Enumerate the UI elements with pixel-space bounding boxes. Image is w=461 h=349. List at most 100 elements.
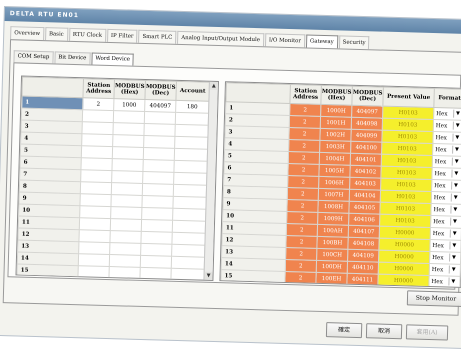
cell-station[interactable]: 2	[289, 103, 321, 117]
cell-account[interactable]: 180	[175, 100, 209, 114]
cell-hex[interactable]: 100BH	[316, 236, 349, 250]
cell-account[interactable]	[173, 172, 207, 186]
cell-dec[interactable]: 404109	[347, 249, 379, 263]
sub-tab[interactable]: COM Setup	[13, 50, 54, 64]
cell-dec[interactable]	[140, 243, 172, 257]
cell-dec[interactable]: 404111	[346, 273, 379, 287]
cell-dec[interactable]: 404098	[351, 117, 383, 131]
main-tab[interactable]: Overview	[10, 26, 45, 41]
cell-hex[interactable]: 100CH	[316, 248, 348, 262]
cell-account[interactable]	[173, 184, 207, 198]
format-select[interactable]: Hex ▼	[430, 215, 461, 229]
sub-tab[interactable]: Bit Device	[54, 51, 91, 65]
cell-hex[interactable]	[111, 170, 143, 184]
format-select[interactable]: Hex ▼	[433, 119, 461, 133]
format-select[interactable]: Hex ▼	[431, 167, 461, 181]
cell-station[interactable]: 2	[285, 247, 317, 261]
chevron-down-icon[interactable]: ▼	[451, 181, 460, 190]
cell-dec[interactable]	[139, 267, 172, 281]
cell-hex[interactable]: 1007H	[318, 188, 350, 202]
cell-station[interactable]: 2	[286, 211, 318, 225]
cell-account[interactable]	[174, 124, 209, 138]
cell-hex[interactable]: 1009H	[317, 212, 349, 226]
cell-dec[interactable]: 404102	[349, 165, 382, 179]
cell-dec[interactable]	[140, 231, 173, 245]
cell-account[interactable]	[175, 112, 209, 126]
main-tab[interactable]: Basic	[44, 27, 68, 41]
cell-hex[interactable]	[111, 158, 144, 172]
cell-station[interactable]: 2	[287, 175, 319, 189]
chevron-down-icon[interactable]: ▼	[449, 253, 458, 262]
cell-station[interactable]	[81, 145, 113, 159]
format-select[interactable]: Hex ▼	[432, 143, 461, 157]
main-tab[interactable]: RTU Clock	[68, 27, 107, 42]
cell-hex[interactable]	[113, 110, 145, 124]
chevron-down-icon[interactable]: ▼	[451, 193, 460, 202]
chevron-down-icon[interactable]: ▼	[449, 265, 458, 274]
format-select[interactable]: Hex ▼	[430, 203, 461, 217]
chevron-down-icon[interactable]: ▼	[449, 241, 458, 250]
cell-hex[interactable]	[109, 230, 142, 244]
cell-account[interactable]	[171, 256, 205, 270]
cell-hex[interactable]: 1008H	[317, 200, 350, 214]
chevron-down-icon[interactable]: ▼	[453, 121, 461, 130]
cell-station[interactable]: 2	[286, 199, 319, 213]
cell-station[interactable]: 2	[285, 259, 317, 273]
cell-hex[interactable]: 100EH	[315, 272, 348, 286]
cell-station[interactable]	[81, 121, 114, 135]
cell-dec[interactable]: 404097	[351, 105, 383, 119]
stop-monitor-button[interactable]: Stop Monitor	[406, 290, 461, 307]
cell-hex[interactable]: 1000H	[320, 104, 352, 118]
cell-dec[interactable]	[141, 207, 173, 221]
cell-station[interactable]: 2	[289, 115, 321, 129]
cell-station[interactable]: 2	[285, 235, 318, 249]
cell-account[interactable]	[172, 208, 206, 222]
chevron-down-icon[interactable]: ▼	[448, 277, 457, 286]
cell-hex[interactable]: 100AH	[317, 224, 349, 238]
cell-station[interactable]	[78, 229, 111, 243]
chevron-down-icon[interactable]: ▼	[450, 229, 459, 238]
cell-dec[interactable]: 404104	[349, 189, 381, 203]
cell-dec[interactable]	[140, 255, 172, 269]
cell-dec[interactable]	[143, 123, 176, 137]
chevron-down-icon[interactable]: ▼	[452, 133, 461, 142]
cell-station[interactable]	[79, 193, 112, 207]
cell-station[interactable]: 2	[288, 127, 321, 141]
cell-hex[interactable]	[109, 242, 141, 256]
cell-station[interactable]	[78, 253, 110, 267]
cell-dec[interactable]	[143, 147, 175, 161]
cell-dec[interactable]	[143, 135, 175, 149]
cell-hex[interactable]: 1006H	[318, 176, 350, 190]
cell-hex[interactable]: 1003H	[319, 140, 351, 154]
format-select[interactable]: Hex ▼	[432, 155, 461, 169]
cell-hex[interactable]	[112, 134, 144, 148]
cell-station[interactable]	[81, 133, 113, 147]
cell-dec[interactable]: 404108	[347, 237, 380, 251]
cell-account[interactable]	[172, 220, 206, 234]
cell-dec[interactable]: 404097	[144, 99, 176, 113]
cell-dec[interactable]	[142, 183, 174, 197]
cell-hex[interactable]	[109, 254, 141, 268]
cell-account[interactable]	[171, 232, 206, 246]
format-select[interactable]: Hex ▼	[432, 131, 461, 145]
cell-hex[interactable]: 1000	[113, 98, 145, 112]
cell-dec[interactable]: 404110	[347, 261, 379, 275]
cell-hex[interactable]	[108, 266, 141, 280]
scroll-down-icon[interactable]: ▼	[204, 271, 213, 280]
main-tab[interactable]: Smart PLC	[138, 29, 177, 44]
cell-dec[interactable]: 404100	[350, 141, 382, 155]
cell-station[interactable]	[77, 265, 110, 279]
cell-hex[interactable]: 100DH	[316, 260, 348, 274]
chevron-down-icon[interactable]: ▼	[451, 169, 460, 178]
cell-account[interactable]	[171, 244, 205, 258]
cell-account[interactable]	[174, 148, 208, 162]
cell-dec[interactable]: 404103	[349, 177, 381, 191]
cell-dec[interactable]	[141, 219, 173, 233]
cell-station[interactable]: 2	[288, 139, 320, 153]
cell-account[interactable]	[173, 160, 208, 174]
chevron-down-icon[interactable]: ▼	[452, 145, 461, 154]
format-select[interactable]: Hex ▼	[429, 251, 461, 265]
cell-hex[interactable]	[110, 206, 142, 220]
cell-hex[interactable]	[110, 218, 142, 232]
cell-station[interactable]	[78, 241, 110, 255]
